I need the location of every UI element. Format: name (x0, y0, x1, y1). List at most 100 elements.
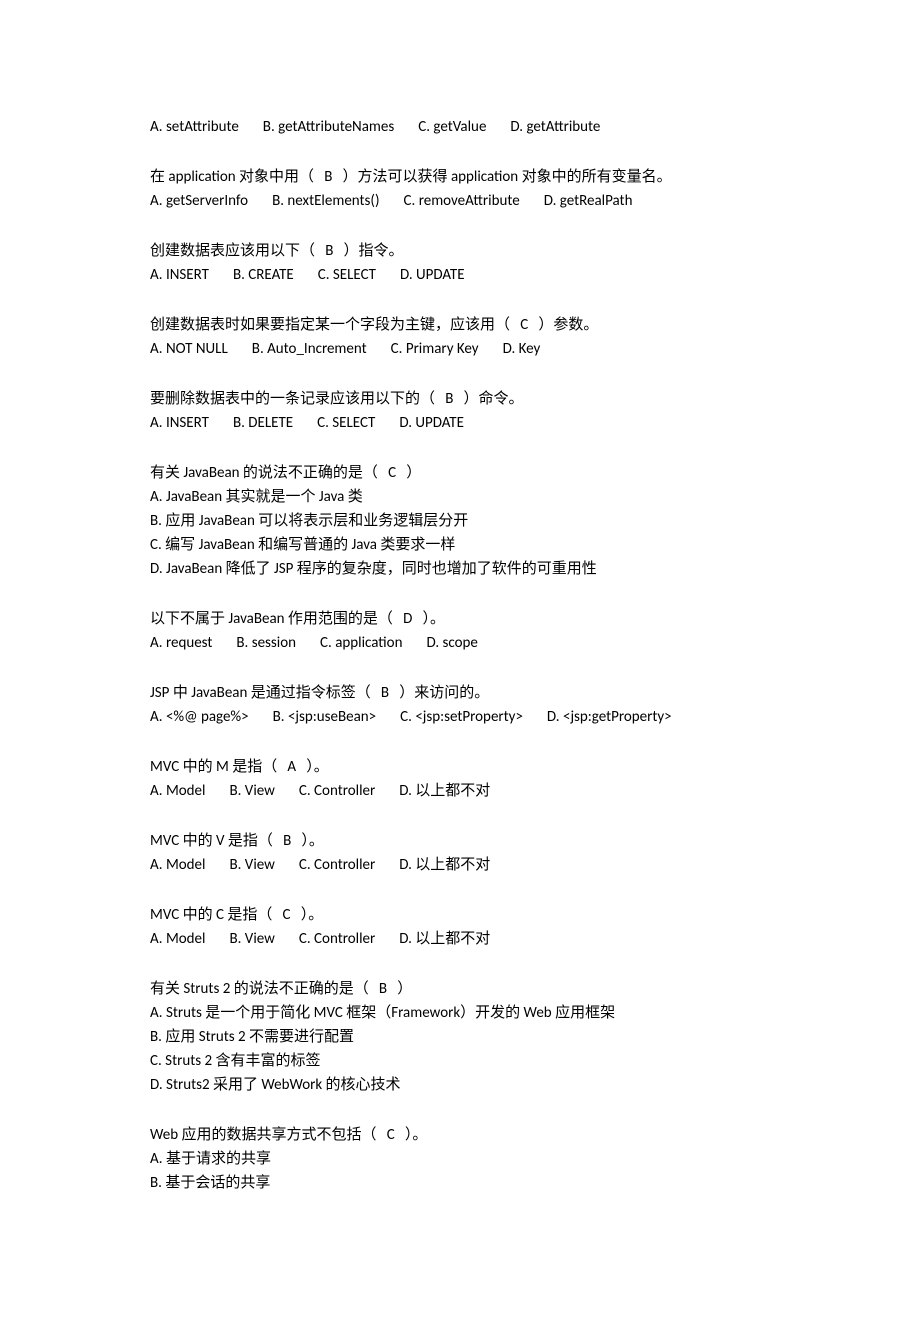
question-block: Web 应用的数据共享方式不包括（ C ）。A. 基于请求的共享B. 基于会话的… (150, 1123, 770, 1195)
option: D. 以上都不对 (399, 853, 490, 877)
option: A. setAttribute (150, 115, 239, 139)
q-ans: C (377, 1126, 405, 1144)
q-post: ）。 (423, 610, 446, 628)
options-row: A. ModelB. ViewC. ControllerD. 以上都不对 (150, 853, 770, 877)
q-ans: B (371, 684, 400, 702)
options-row: A. <%@ page%>B. <jsp:useBean>C. <jsp:set… (150, 705, 770, 729)
question-block: 在 application 对象中用（ B ）方法可以获得 applicatio… (150, 165, 770, 213)
option: C. application (320, 631, 402, 655)
option: C. getValue (418, 115, 486, 139)
q-ans: B (314, 168, 343, 186)
question-block: A. setAttribute B. getAttributeNames C. ge… (150, 115, 770, 139)
q-post: ）。 (301, 906, 324, 924)
option: A. INSERT (150, 411, 209, 435)
q-post: ）命令。 (464, 390, 524, 408)
options-row: A. INSERTB. DELETEC. SELECTD. UPDATE (150, 411, 770, 435)
q-pre: JSP 中 JavaBean 是通过指令标签（ (150, 684, 371, 702)
option: A. getServerInfo (150, 189, 248, 213)
question-block: 有关 Struts 2 的说法不正确的是（ B ）A. Struts 是一个用于… (150, 977, 770, 1097)
option: B. getAttributeNames (263, 115, 394, 139)
option: D. scope (426, 631, 477, 655)
q-post: ）参数。 (538, 316, 598, 334)
option: C. <jsp:setProperty> (400, 705, 523, 729)
question-stem: Web 应用的数据共享方式不包括（ C ）。 (150, 1123, 770, 1147)
option: B. DELETE (233, 411, 293, 435)
question-block: MVC 中的 C 是指（ C ）。A. ModelB. ViewC. Contr… (150, 903, 770, 951)
q-ans: B (315, 242, 344, 260)
question-block: 要删除数据表中的一条记录应该用以下的（ B ）命令。A. INSERTB. DE… (150, 387, 770, 435)
q-pre: 创建数据表应该用以下（ (150, 242, 315, 260)
option: D. 以上都不对 (399, 779, 490, 803)
question-block: 创建数据表时如果要指定某一个字段为主键，应该用（ C ）参数。A. NOT NU… (150, 313, 770, 361)
question-stem: 以下不属于 JavaBean 作用范围的是（ D ）。 (150, 607, 770, 631)
q-pre: Web 应用的数据共享方式不包括（ (150, 1126, 377, 1144)
options-row: A. requestB. sessionC. applicationD. sco… (150, 631, 770, 655)
question-stem: MVC 中的 V 是指（ B ）。 (150, 829, 770, 853)
option: C. Controller (299, 927, 375, 951)
q-pre: 要删除数据表中的一条记录应该用以下的（ (150, 390, 435, 408)
q-post: ）。 (306, 758, 329, 776)
option: C. Controller (299, 779, 375, 803)
q-ans: B (273, 832, 302, 850)
option: C. Controller (299, 853, 375, 877)
q-post: ）来访问的。 (399, 684, 489, 702)
q-pre: 有关 Struts 2 的说法不正确的是（ (150, 980, 369, 998)
option-line: B. 应用 Struts 2 不需要进行配置 (150, 1025, 770, 1049)
question-stem: 在 application 对象中用（ B ）方法可以获得 applicatio… (150, 165, 770, 189)
q-post: ）。 (405, 1126, 428, 1144)
q-pre: 以下不属于 JavaBean 作用范围的是（ (150, 610, 393, 628)
option-line: B. 基于会话的共享 (150, 1171, 770, 1195)
q-post: ）。 (301, 832, 324, 850)
option: D. Key (503, 337, 541, 361)
question-block: 创建数据表应该用以下（ B ）指令。A. INSERTB. CREATEC. S… (150, 239, 770, 287)
question-stem: MVC 中的 C 是指（ C ）。 (150, 903, 770, 927)
option: A. Model (150, 779, 205, 803)
q-pre: MVC 中的 M 是指（ (150, 758, 277, 776)
option: D. getAttribute (510, 115, 600, 139)
options-row: A. ModelB. ViewC. ControllerD. 以上都不对 (150, 927, 770, 951)
question-block: MVC 中的 M 是指（ A ）。 A. Model B. View C. Contr… (150, 755, 770, 803)
question-block: 有关 JavaBean 的说法不正确的是（ C ）A. JavaBean 其实就… (150, 461, 770, 581)
q-ans: D (393, 610, 423, 628)
question-stem: 创建数据表时如果要指定某一个字段为主键，应该用（ C ）参数。 (150, 313, 770, 337)
q-post: ）指令。 (344, 242, 404, 260)
question-block: MVC 中的 V 是指（ B ）。A. ModelB. ViewC. Contr… (150, 829, 770, 877)
option: B. <jsp:useBean> (273, 705, 377, 729)
q-ans: A (277, 758, 306, 776)
question-stem: 有关 Struts 2 的说法不正确的是（ B ） (150, 977, 770, 1001)
option: B. nextElements() (272, 189, 379, 213)
q-pre: 创建数据表时如果要指定某一个字段为主键，应该用（ (150, 316, 510, 334)
q-ans: B (435, 390, 464, 408)
document-page: A. setAttribute B. getAttributeNames C. ge… (0, 0, 920, 1321)
q-ans: C (510, 316, 538, 334)
option-line: A. JavaBean 其实就是一个 Java 类 (150, 485, 770, 509)
option: A. INSERT (150, 263, 209, 287)
option: D. <jsp:getProperty> (547, 705, 672, 729)
q-post: ） (397, 980, 412, 998)
option: D. UPDATE (400, 263, 465, 287)
option: A. Model (150, 927, 205, 951)
q-pre: 有关 JavaBean 的说法不正确的是（ (150, 464, 378, 482)
option: C. SELECT (318, 263, 376, 287)
option: B. View (229, 779, 274, 803)
question-stem: 有关 JavaBean 的说法不正确的是（ C ） (150, 461, 770, 485)
option-line: A. 基于请求的共享 (150, 1147, 770, 1171)
option-line: C. 编写 JavaBean 和编写普通的 Java 类要求一样 (150, 533, 770, 557)
q-ans: C (272, 906, 300, 924)
question-block: 以下不属于 JavaBean 作用范围的是（ D ）。A. requestB. … (150, 607, 770, 655)
options-row: A. Model B. View C. Controller D. 以上都不对 (150, 779, 770, 803)
q-post: ） (406, 464, 421, 482)
option-line: A. Struts 是一个用于简化 MVC 框架（Framework）开发的 W… (150, 1001, 770, 1025)
option: C. Primary Key (391, 337, 479, 361)
option-line: D. JavaBean 降低了 JSP 程序的复杂度，同时也增加了软件的可重用性 (150, 557, 770, 581)
option: D. getRealPath (544, 189, 633, 213)
question-stem: 要删除数据表中的一条记录应该用以下的（ B ）命令。 (150, 387, 770, 411)
option-line: B. 应用 JavaBean 可以将表示层和业务逻辑层分开 (150, 509, 770, 533)
option: D. 以上都不对 (399, 927, 490, 951)
question-stem: JSP 中 JavaBean 是通过指令标签（ B ）来访问的。 (150, 681, 770, 705)
q-pre: MVC 中的 V 是指（ (150, 832, 273, 850)
q-ans: C (378, 464, 406, 482)
question-block: JSP 中 JavaBean 是通过指令标签（ B ）来访问的。A. <%@ p… (150, 681, 770, 729)
q-pre: MVC 中的 C 是指（ (150, 906, 272, 924)
option: A. NOT NULL (150, 337, 228, 361)
